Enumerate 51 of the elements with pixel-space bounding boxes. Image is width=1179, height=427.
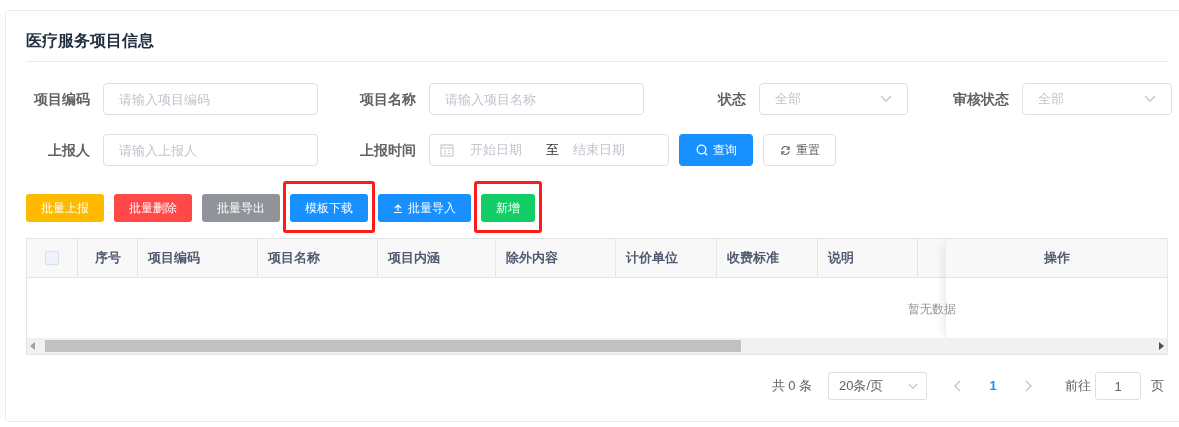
field-label: 状态	[716, 89, 747, 109]
goto-label: 前往	[1065, 377, 1091, 396]
column-header: 收费标准	[727, 249, 779, 268]
page-input[interactable]: 1	[1095, 372, 1141, 400]
page-number[interactable]: 1	[978, 372, 1008, 400]
field-label: 上报时间	[359, 140, 417, 160]
scrollbar[interactable]	[27, 338, 1167, 354]
search-icon	[695, 144, 708, 156]
goto-suffix: 页	[1151, 377, 1164, 396]
column-header: 项目内涵	[388, 249, 440, 268]
previous-page-icon[interactable]	[954, 380, 962, 392]
field-label: 项目编码	[32, 89, 91, 109]
scroll-left-icon[interactable]	[30, 342, 36, 350]
reset-button[interactable]: 重置	[763, 134, 836, 166]
column-header: 除外内容	[506, 249, 558, 268]
page-title: 医疗服务项目信息	[26, 31, 155, 51]
column-header: 计价单位	[626, 249, 678, 268]
action-button[interactable]: 批量导出	[202, 194, 280, 222]
search-button[interactable]: 查询	[679, 134, 753, 166]
calendar-icon	[440, 143, 454, 157]
field-label: 项目名称	[358, 89, 417, 109]
next-page-icon[interactable]	[1024, 380, 1032, 392]
input-field[interactable]: 请输入项目名称	[429, 83, 644, 115]
scroll-right-icon[interactable]	[1158, 342, 1164, 350]
empty-text: 暂无数据	[908, 301, 956, 318]
chevron-down-icon	[1144, 95, 1156, 103]
field-label: 审核状态	[952, 89, 1010, 109]
chevron-down-icon	[880, 95, 892, 103]
total-count: 共 0 条	[771, 377, 812, 396]
upload-icon	[393, 203, 403, 213]
refresh-icon	[779, 144, 791, 156]
field-label: 上报人	[47, 140, 91, 160]
column-header: 项目名称	[268, 249, 320, 268]
input-field[interactable]: 请输入项目编码	[103, 83, 318, 115]
input-field[interactable]: 请输入上报人	[103, 134, 318, 166]
action-button[interactable]: 批量删除	[114, 194, 192, 222]
column-header: 说明	[828, 249, 854, 268]
scrollbar-thumb[interactable]	[45, 340, 741, 352]
action-button[interactable]: 模板下载	[290, 194, 368, 222]
select-field[interactable]: 全部	[1022, 83, 1172, 115]
action-button[interactable]: 批量导入	[378, 194, 471, 222]
date-range-field[interactable]: 开始日期 至 结束日期	[429, 134, 669, 166]
column-header: 操作	[1043, 249, 1070, 268]
chevron-down-icon	[908, 382, 918, 390]
select-field[interactable]: 全部	[759, 83, 908, 115]
column-header: 项目编码	[148, 249, 200, 268]
page-size-select[interactable]: 20条/页	[828, 372, 927, 400]
column-header: 序号	[94, 249, 121, 268]
action-button[interactable]: 新增	[481, 194, 535, 222]
action-button[interactable]: 批量上报	[26, 194, 104, 222]
checkbox[interactable]	[45, 251, 59, 265]
